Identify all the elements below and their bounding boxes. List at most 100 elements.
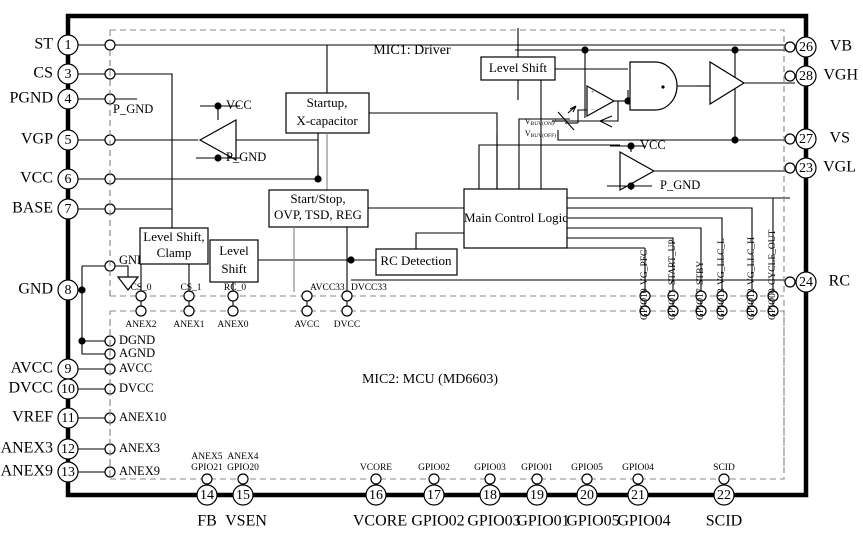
signal-label-anex5: ANEX5 (191, 452, 222, 462)
signal-label-gpio17: GPIO17 (696, 288, 706, 320)
pin-number-8: 8 (65, 283, 72, 298)
pin-number-6: 6 (65, 172, 72, 187)
pin-label-vref: VREF (12, 409, 53, 426)
signal-label-anex2: ANEX2 (125, 320, 156, 330)
pin-label-pgnd: PGND (9, 90, 53, 107)
schematic-svg: ST 1 CS 3 PGND 4 P_GND VGP 5 VCC 6 BASE … (1, 13, 858, 530)
pin-number-18: 18 (483, 488, 497, 503)
pin-number-26: 26 (799, 40, 813, 55)
pin-label-base: BASE (12, 200, 53, 217)
net-label-anex9: ANEX9 (119, 464, 160, 478)
signal-label-gpio01: GPIO01 (521, 463, 553, 473)
signal-label-gpio04: GPIO04 (622, 463, 654, 473)
pin-label-vb: VB (830, 38, 852, 55)
pin-number-14: 14 (200, 488, 214, 503)
interface-net-cs1-anex1: CS_1 ANEX1 (173, 283, 204, 330)
interface-net-vgpfc-gpio10: VG_PFC GPIO10 (639, 250, 651, 320)
interface-net-startup-gpio11: START_UP GPIO11 (667, 239, 679, 320)
pin-label-gpio04: GPIO04 (617, 513, 670, 530)
pin-vb: 26 VB (784, 36, 852, 58)
main-control-logic-label: Main Control Logic (464, 210, 568, 225)
net-label-vcc-2: VCC (640, 138, 666, 152)
pin-number-7: 7 (65, 202, 72, 217)
pin-fb: ANEX5 GPIO21 14 FB (191, 452, 223, 529)
pin-number-28: 28 (799, 69, 813, 84)
pin-vgh: 28 VGH (784, 65, 858, 87)
pin-label-avcc: AVCC (11, 360, 53, 377)
pin-number-22: 22 (717, 488, 731, 503)
pin-cs: CS 3 (33, 63, 173, 228)
signal-label-cycle-out: CYCLE_OUT (768, 229, 778, 285)
signal-label-dvcc33: DVCC33 (351, 283, 387, 293)
net-label-p-gnd-2: P_GND (226, 150, 266, 164)
pin-label-rc: RC (829, 273, 850, 290)
pin-label-gpio01: GPIO01 (516, 513, 569, 530)
pin-number-12: 12 (61, 442, 75, 457)
signal-label-dvcc-port: DVCC (334, 320, 360, 330)
pin-number-16: 16 (369, 488, 383, 503)
pin-label-vcc: VCC (20, 170, 53, 187)
signal-label-vg-llc-h: VG_LLC_H (747, 237, 757, 285)
pin-label-cs: CS (33, 65, 53, 82)
level-shift-clamp-line1: Level Shift, (143, 229, 204, 244)
level-shift-line2: Shift (221, 261, 247, 276)
pin-label-st: ST (34, 36, 53, 53)
pin-number-5: 5 (65, 133, 72, 148)
level-shift-line1: Level (219, 243, 249, 258)
pin-dvcc: DVCC 10 DVCC (9, 378, 154, 400)
pin-base: BASE 7 (12, 198, 172, 220)
net-label-p-gnd-1: P_GND (113, 102, 153, 116)
pin-label-anex9: ANEX9 (1, 463, 53, 480)
pin-number-13: 13 (61, 465, 75, 480)
pin-number-27: 27 (799, 132, 813, 147)
pin-anex9: ANEX9 13 ANEX9 (1, 461, 160, 483)
mic2-title: MIC2: MCU (MD6603) (362, 372, 498, 387)
rc-detection-label: RC Detection (380, 253, 452, 268)
signal-label-gpio11: GPIO11 (668, 288, 678, 320)
net-label-dvcc: DVCC (119, 381, 154, 395)
net-label-dgnd: DGND (119, 333, 155, 347)
pin-label-gpio02: GPIO02 (411, 513, 464, 530)
pin-label-vgh: VGH (823, 67, 858, 84)
comparator-plus-sign: + (591, 89, 594, 95)
pin-label-scid: SCID (706, 513, 742, 530)
pin-label-vgp: VGP (21, 131, 53, 148)
signal-label-avcc33: AVCC33 (310, 283, 345, 293)
pin-anex3: ANEX3 12 ANEX3 (1, 438, 160, 460)
pin-label-gpio05: GPIO05 (566, 513, 619, 530)
signal-label-vcore: VCORE (360, 463, 392, 473)
pin-vsen: ANEX4 GPIO20 15 VSEN (225, 452, 267, 529)
signal-label-gpio10: GPIO10 (640, 288, 650, 320)
pin-label-dvcc: DVCC (9, 380, 53, 397)
pin-label-fb: FB (197, 513, 217, 530)
level-shift-clamp-line2: Clamp (157, 245, 192, 260)
signal-label-gpio12: GPIO12 (747, 288, 757, 320)
pin-rc: 24 RC (784, 271, 850, 293)
signal-label-anex0: ANEX0 (217, 320, 248, 330)
pin-label-gpio03: GPIO03 (467, 513, 520, 530)
pin-vgl: 23 VGL (784, 157, 856, 179)
pin-number-3: 3 (65, 67, 72, 82)
signal-label-start-up: START_UP (668, 239, 678, 285)
signal-label-vg-llc-l: VG_LLC_L (717, 238, 727, 285)
signal-label-gpio13: GPIO13 (717, 288, 727, 320)
signal-label-gpio00: GPIO00 (768, 288, 778, 320)
pin-label-vsen: VSEN (225, 513, 267, 530)
interface-net-cycleout-gpio00: CYCLE_OUT GPIO00 (767, 229, 779, 320)
interface-net-vgllch-gpio12: VG_LLC_H GPIO12 (746, 237, 758, 320)
pin-number-10: 10 (61, 382, 75, 397)
pin-number-20: 20 (580, 488, 594, 503)
startup-block-line2: X-capacitor (296, 113, 358, 128)
pin-number-23: 23 (799, 161, 813, 176)
start-stop-ovp-tsd-reg-block: Start/Stop, OVP, TSD, REG (268, 189, 464, 292)
mic1-title: MIC1: Driver (373, 43, 451, 58)
interface-ports-right: VG_PFC GPIO10 START_UP GPIO11 STBY GPIO1… (639, 229, 779, 320)
signal-label-anex4: ANEX4 (227, 452, 258, 462)
level-shift-top-label: Level Shift (489, 60, 548, 75)
pin-label-vcore: VCORE (353, 513, 407, 530)
signal-label-vg-pfc: VG_PFC (640, 250, 650, 285)
signal-label-scid: SCID (713, 463, 735, 473)
pin-number-21: 21 (631, 488, 645, 503)
signal-label-gpio03: GPIO03 (474, 463, 506, 473)
vgl-driver-buffer: VCC P_GND (607, 138, 790, 192)
